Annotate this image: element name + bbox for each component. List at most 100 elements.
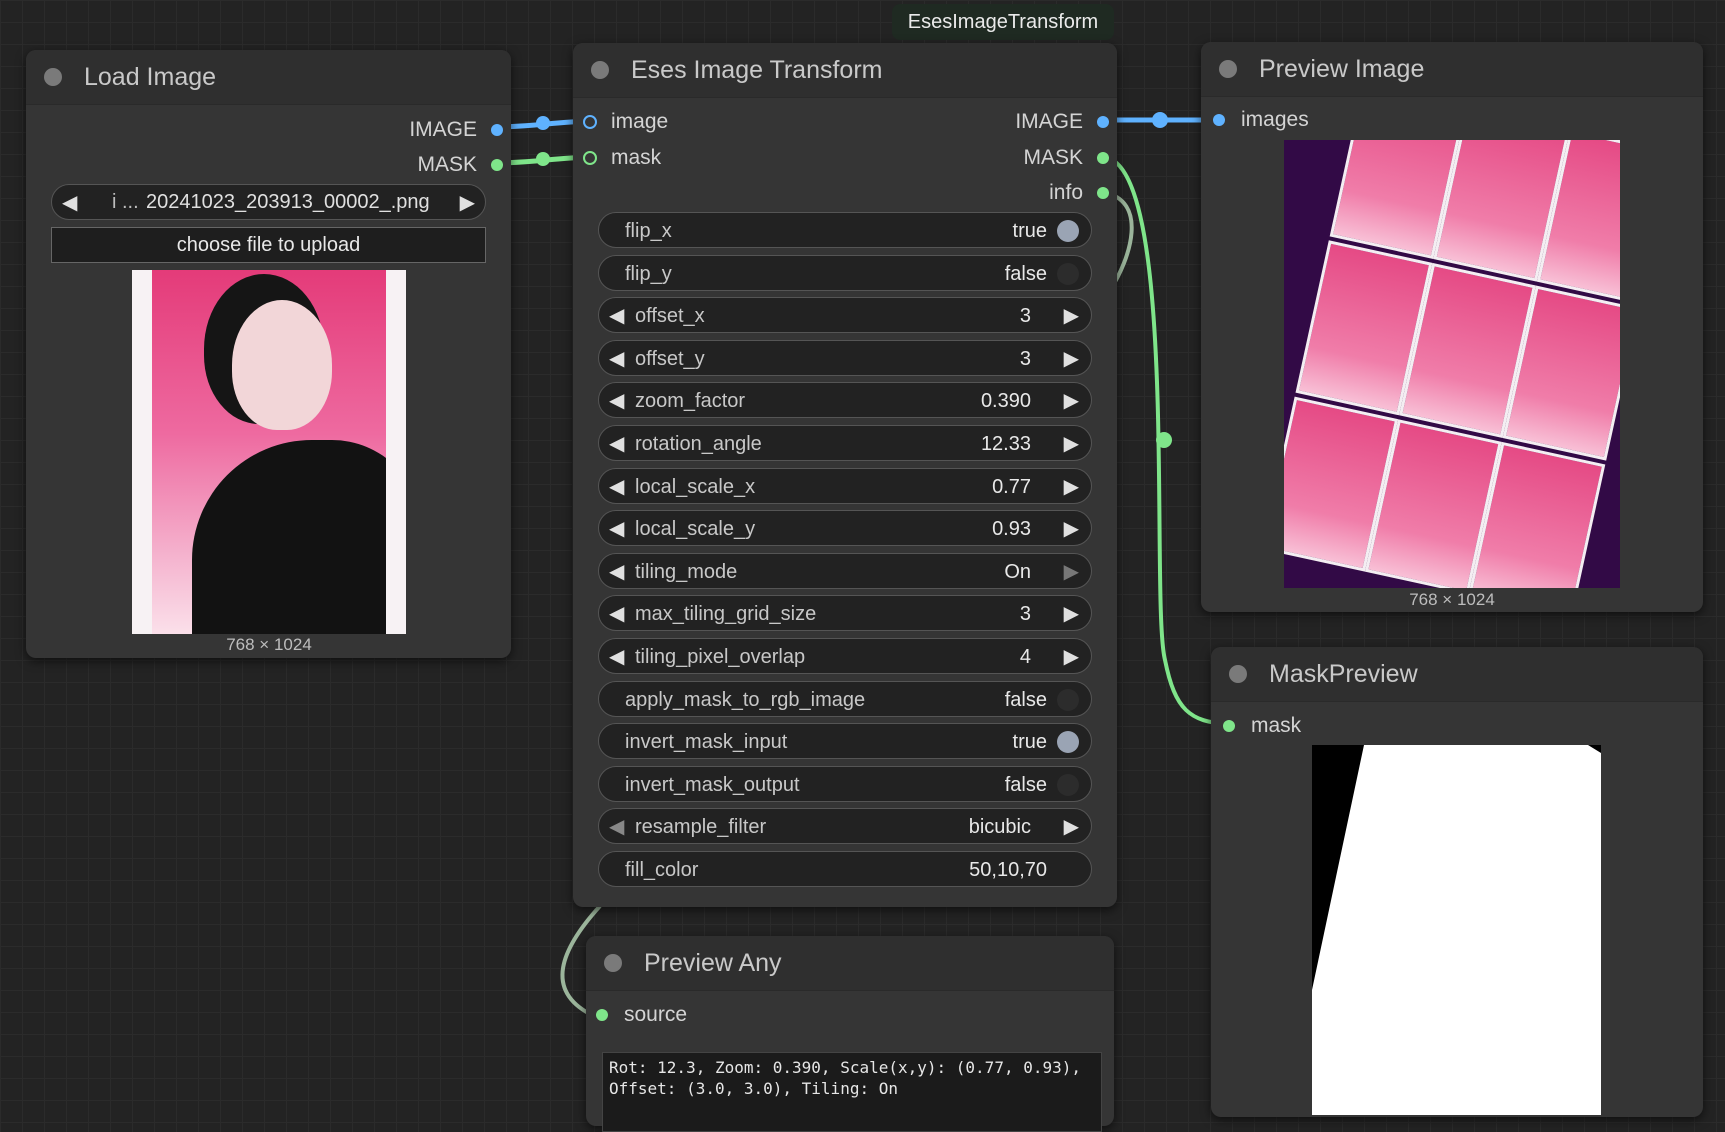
widget-local-scale-x[interactable]: ◀ local_scale_x 0.77 ▶ [598, 468, 1092, 504]
output-dot-icon[interactable] [1097, 187, 1109, 199]
widget-zoom-factor[interactable]: ◀ zoom_factor 0.390 ▶ [598, 382, 1092, 418]
collapse-dot-icon[interactable] [44, 68, 62, 86]
output-dot-icon[interactable] [491, 124, 503, 136]
group-label[interactable]: EsesImageTransform [892, 4, 1114, 40]
mask-preview-output [1312, 745, 1601, 1115]
load-image-title-bar[interactable]: Load Image [26, 50, 511, 105]
toggle-knob-icon[interactable] [1057, 774, 1079, 796]
output-slot-image[interactable]: IMAGE [409, 118, 503, 142]
toggle-knob-icon[interactable] [1057, 263, 1079, 285]
increment-arrow-icon[interactable]: ▶ [1064, 431, 1079, 456]
widget-flip-x[interactable]: flip_x true [598, 212, 1092, 248]
input-dot-icon[interactable] [583, 115, 597, 129]
decrement-arrow-icon[interactable]: ◀ [609, 431, 624, 456]
preview-any-output-text[interactable]: Rot: 12.3, Zoom: 0.390, Scale(x,y): (0.7… [602, 1052, 1102, 1132]
chevron-right-icon[interactable]: ▶ [460, 190, 475, 215]
toggle-knob-icon[interactable] [1057, 220, 1079, 242]
increment-arrow-icon[interactable]: ▶ [1064, 516, 1079, 541]
output-slot-mask[interactable]: MASK [417, 153, 503, 177]
mask-preview-node[interactable]: MaskPreview mask [1211, 647, 1703, 1117]
increment-arrow-icon[interactable]: ▶ [1064, 559, 1079, 584]
image-link-midpoint [536, 116, 550, 130]
load-image-node[interactable]: Load Image IMAGE MASK ◀ i ... 20241023_2… [26, 50, 511, 658]
increment-arrow-icon[interactable]: ▶ [1064, 644, 1079, 669]
increment-arrow-icon[interactable]: ▶ [1064, 814, 1079, 839]
widget-offset-x[interactable]: ◀ offset_x 3 ▶ [598, 297, 1092, 333]
input-dot-icon[interactable] [1223, 720, 1235, 732]
decrement-arrow-icon[interactable]: ◀ [609, 303, 624, 328]
widget-value: On [1004, 561, 1031, 583]
file-prefix: i ... [112, 191, 139, 213]
transform-title-bar[interactable]: Eses Image Transform [573, 43, 1117, 98]
widget-invert-mask-output[interactable]: invert_mask_output false [598, 766, 1092, 802]
widget-value: 0.390 [980, 390, 1031, 412]
widget-label: invert_mask_input [625, 731, 788, 753]
decrement-arrow-icon[interactable]: ◀ [609, 814, 624, 839]
file-selector[interactable]: ◀ i ... 20241023_203913_00002_.png ▶ [51, 184, 486, 220]
decrement-arrow-icon[interactable]: ◀ [609, 601, 624, 626]
toggle-knob-icon[interactable] [1057, 689, 1079, 711]
toggle-knob-icon[interactable] [1057, 731, 1079, 753]
widget-value: 3 [1019, 348, 1031, 370]
widget-resample-filter[interactable]: ◀ resample_filter bicubic ▶ [598, 808, 1092, 844]
output-dot-icon[interactable] [1097, 116, 1109, 128]
preview-any-title-bar[interactable]: Preview Any [586, 936, 1114, 991]
widget-label: invert_mask_output [625, 774, 800, 796]
widget-max-tiling-grid-size[interactable]: ◀ max_tiling_grid_size 3 ▶ [598, 595, 1092, 631]
input-dot-icon[interactable] [1213, 114, 1225, 126]
increment-arrow-icon[interactable]: ▶ [1064, 303, 1079, 328]
widget-value: true [1012, 220, 1047, 242]
mask-preview-title-bar[interactable]: MaskPreview [1211, 647, 1703, 702]
preview-image-title-bar[interactable]: Preview Image [1201, 42, 1703, 97]
widget-local-scale-y[interactable]: ◀ local_scale_y 0.93 ▶ [598, 510, 1092, 546]
decrement-arrow-icon[interactable]: ◀ [609, 644, 624, 669]
input-slot-mask[interactable]: mask [1223, 714, 1301, 738]
output-slot-image[interactable]: IMAGE [1015, 110, 1109, 134]
increment-arrow-icon[interactable]: ▶ [1064, 388, 1079, 413]
widget-value: 12.33 [980, 433, 1031, 455]
increment-arrow-icon[interactable]: ▶ [1064, 601, 1079, 626]
input-slot-mask[interactable]: mask [583, 146, 661, 170]
widget-tiling-mode[interactable]: ◀ tiling_mode On ▶ [598, 553, 1092, 589]
output-dot-icon[interactable] [491, 159, 503, 171]
chevron-left-icon[interactable]: ◀ [62, 190, 77, 215]
widget-fill-color[interactable]: fill_color 50,10,70 [598, 851, 1092, 887]
widget-apply-mask-to-rgb-image[interactable]: apply_mask_to_rgb_image false [598, 681, 1092, 717]
widget-label: rotation_angle [635, 433, 762, 455]
widget-rotation-angle[interactable]: ◀ rotation_angle 12.33 ▶ [598, 425, 1092, 461]
collapse-dot-icon[interactable] [604, 954, 622, 972]
widget-label: offset_x [635, 305, 705, 327]
output-slot-info[interactable]: info [1049, 181, 1109, 205]
collapse-dot-icon[interactable] [1219, 60, 1237, 78]
output-dot-icon[interactable] [1097, 152, 1109, 164]
preview-image-link-midpoint [1152, 112, 1168, 128]
input-slot-source[interactable]: source [596, 1003, 687, 1027]
widget-flip-y[interactable]: flip_y false [598, 255, 1092, 291]
input-dot-icon[interactable] [583, 151, 597, 165]
increment-arrow-icon[interactable]: ▶ [1064, 474, 1079, 499]
widget-offset-y[interactable]: ◀ offset_y 3 ▶ [598, 340, 1092, 376]
preview-image-node[interactable]: Preview Image images 768 × 1024 [1201, 42, 1703, 612]
collapse-dot-icon[interactable] [1229, 665, 1247, 683]
increment-arrow-icon[interactable]: ▶ [1064, 346, 1079, 371]
input-slot-image[interactable]: image [583, 110, 668, 134]
widget-tiling-pixel-overlap[interactable]: ◀ tiling_pixel_overlap 4 ▶ [598, 638, 1092, 674]
input-dot-icon[interactable] [596, 1009, 608, 1021]
widget-invert-mask-input[interactable]: invert_mask_input true [598, 723, 1092, 759]
input-slot-images[interactable]: images [1213, 108, 1309, 132]
widget-label: flip_x [625, 220, 672, 242]
widget-label: local_scale_y [635, 518, 756, 540]
decrement-arrow-icon[interactable]: ◀ [609, 346, 624, 371]
output-slot-mask[interactable]: MASK [1023, 146, 1109, 170]
decrement-arrow-icon[interactable]: ◀ [609, 388, 624, 413]
widget-label: apply_mask_to_rgb_image [625, 689, 866, 711]
widget-label: local_scale_x [635, 476, 756, 498]
decrement-arrow-icon[interactable]: ◀ [609, 474, 624, 499]
image-size-caption: 768 × 1024 [226, 635, 312, 654]
output-line: Offset: (3.0, 3.0), Tiling: On [609, 1079, 898, 1098]
decrement-arrow-icon[interactable]: ◀ [609, 516, 624, 541]
upload-button[interactable]: choose file to upload [51, 227, 486, 263]
preview-any-node[interactable]: Preview Any source Rot: 12.3, Zoom: 0.39… [586, 936, 1114, 1132]
collapse-dot-icon[interactable] [591, 61, 609, 79]
decrement-arrow-icon[interactable]: ◀ [609, 559, 624, 584]
